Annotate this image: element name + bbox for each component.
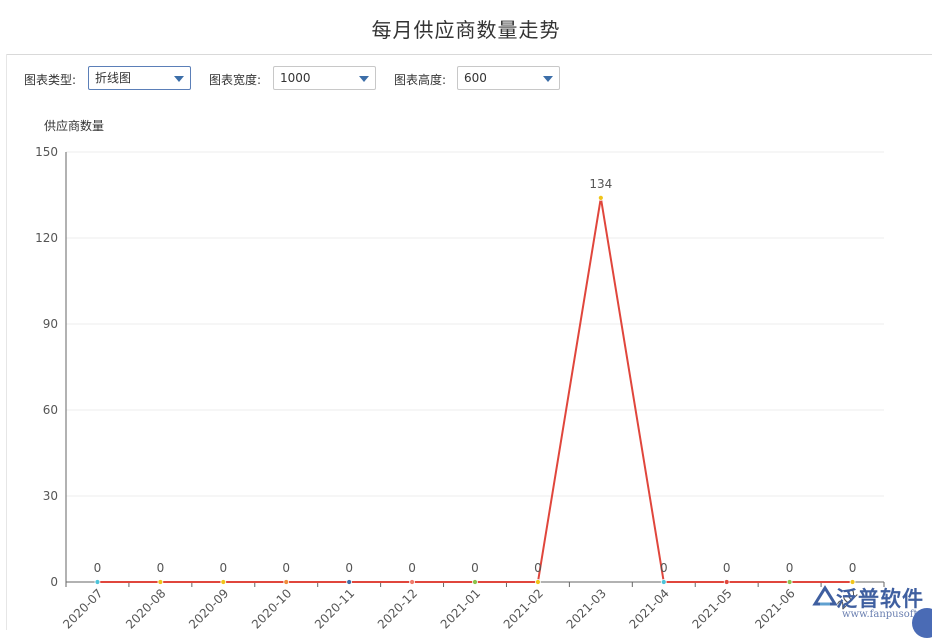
x-tick-label: 2021-06 — [752, 586, 797, 630]
data-label: 0 — [849, 561, 857, 575]
y-tick-label: 30 — [43, 489, 58, 503]
line-chart: 0 30 60 90 120 150 供应商数量 2020-07 2020-08 2020-09 2… — [35, 118, 885, 630]
x-tick-label: 2020-10 — [249, 586, 294, 630]
data-point — [723, 579, 730, 585]
x-tick-label: 2021-02 — [501, 586, 546, 630]
y-axis-title: 供应商数量 — [44, 118, 104, 133]
x-tick-label: 2021-01 — [438, 586, 483, 630]
data-point — [346, 579, 353, 585]
data-point — [472, 579, 478, 585]
data-label: 0 — [157, 561, 165, 575]
data-point — [535, 579, 541, 585]
data-label: 0 — [345, 561, 353, 575]
x-tick-label: 2020-08 — [123, 586, 168, 630]
data-point — [157, 579, 164, 585]
x-tick-label: 2020-07 — [60, 586, 105, 630]
x-tick-label: 2020-11 — [312, 586, 357, 630]
x-tick-label: 2021-04 — [627, 586, 672, 630]
x-tick-label: 2020-12 — [375, 586, 420, 630]
x-tick-label: 2021-05 — [689, 586, 734, 630]
x-tick-label: 2020-09 — [186, 586, 231, 630]
data-label: 0 — [660, 561, 668, 575]
data-point — [409, 579, 415, 585]
y-tick-label: 120 — [35, 231, 58, 245]
y-tick-label: 90 — [43, 317, 58, 331]
data-label: 0 — [219, 561, 227, 575]
data-point — [220, 579, 227, 585]
y-tick-label: 0 — [50, 575, 58, 589]
data-label: 0 — [534, 561, 542, 575]
x-tick-label: 2021-03 — [564, 586, 609, 630]
data-point — [597, 194, 604, 201]
series-line — [97, 196, 853, 583]
data-label: 0 — [786, 561, 794, 575]
data-label: 0 — [282, 561, 290, 575]
data-label: 134 — [589, 177, 612, 191]
data-label: 0 — [471, 561, 479, 575]
data-label: 0 — [94, 561, 102, 575]
data-point — [660, 579, 667, 585]
watermark: 泛普软件 www.fanpusoft.com — [812, 584, 932, 638]
data-label: 0 — [723, 561, 731, 575]
brand-logo-icon — [812, 585, 838, 606]
data-point — [786, 579, 793, 585]
corner-menu-icon[interactable] — [912, 608, 932, 638]
y-tick-label: 150 — [35, 145, 58, 159]
y-tick-label: 60 — [43, 403, 58, 417]
data-label: 0 — [408, 561, 416, 575]
data-point — [283, 579, 290, 585]
data-point — [94, 579, 101, 585]
